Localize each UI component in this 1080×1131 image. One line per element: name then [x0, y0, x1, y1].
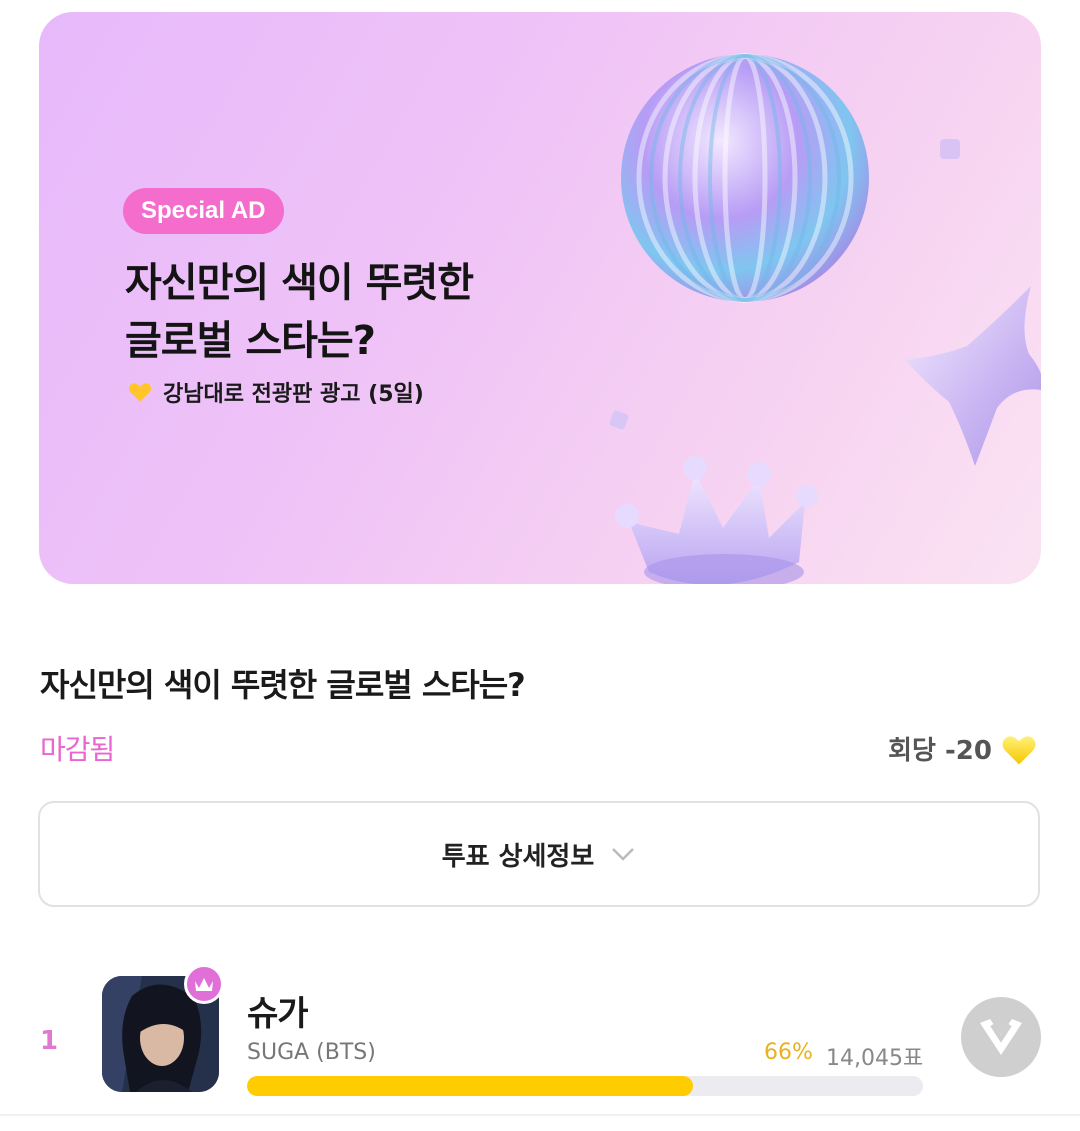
star-decoration	[905, 286, 1041, 466]
vote-details-button[interactable]: 투표 상세정보	[38, 801, 1040, 907]
poll-title: 자신만의 색이 뚜렷한 글로벌 스타는?	[40, 666, 526, 704]
divider	[0, 1114, 1080, 1116]
candidate-subname: SUGA (BTS)	[247, 1040, 376, 1065]
vote-logo-icon	[980, 1019, 1022, 1055]
banner-subtitle-text: 강남대로 전광판 광고 (5일)	[163, 382, 424, 407]
progress-bar-fill	[247, 1076, 694, 1096]
sphere-decoration	[621, 53, 869, 303]
crown-decoration	[615, 456, 818, 584]
progress-bar	[247, 1076, 923, 1096]
crown-icon	[195, 978, 213, 991]
banner-title-line: 자신만의 색이 뚜렷한	[125, 260, 474, 306]
vote-button[interactable]	[961, 997, 1041, 1077]
banner-title: 자신만의 색이 뚜렷한 글로벌 스타는?	[125, 254, 645, 370]
candidate-name: 슈가	[247, 994, 309, 1034]
heart-icon	[128, 383, 152, 402]
banner-title-line: 글로벌 스타는?	[125, 318, 376, 364]
cube-decoration	[609, 410, 629, 430]
cube-decoration	[940, 139, 960, 159]
vote-cost: 회당 -20	[888, 730, 1038, 767]
vote-details-label: 투표 상세정보	[441, 841, 595, 872]
vote-percent: 66%	[764, 1040, 813, 1065]
rank-number: 1	[40, 1026, 59, 1056]
heart-icon	[1002, 735, 1036, 764]
chevron-down-icon	[612, 848, 635, 861]
vote-cost-label: 회당 -20	[888, 736, 992, 766]
special-ad-badge: Special AD	[123, 188, 284, 234]
status-badge: 마감됨	[40, 733, 115, 766]
banner-subtitle: 강남대로 전광판 광고 (5일)	[127, 376, 424, 408]
vote-count: 14,045표	[826, 1046, 924, 1071]
ad-banner[interactable]: Special AD 자신만의 색이 뚜렷한 글로벌 스타는? 강남대로 전광판…	[39, 12, 1041, 584]
crown-badge	[184, 964, 224, 1004]
